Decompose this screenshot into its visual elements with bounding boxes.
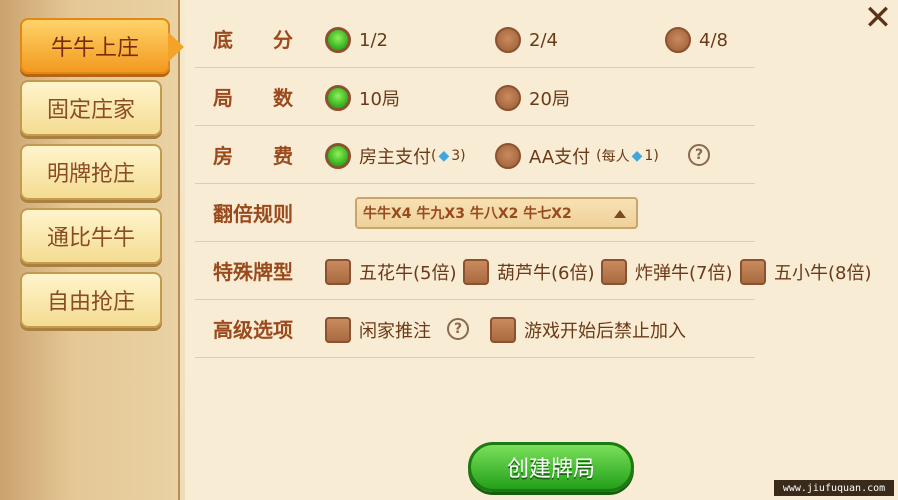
sidebar-item-label: 固定庄家	[46, 98, 135, 123]
room-fee-aa-pay[interactable]: AA支付 ( 每人 ◆ 1 )	[495, 143, 659, 169]
checkbox-icon	[740, 259, 766, 285]
rounds-option-20[interactable]: 20局	[495, 85, 570, 111]
advanced-push-bet-checkbox[interactable]: 闲家推注	[325, 317, 431, 343]
sidebar-item-label: 通比牛牛	[46, 226, 135, 251]
sidebar-item-open-card-grab[interactable]: 明牌抢庄	[20, 144, 162, 200]
special-wuxiao-checkbox[interactable]: 五小牛(8倍)	[740, 259, 872, 285]
row-rounds: 局数	[195, 70, 755, 126]
fee-count: 3	[451, 148, 461, 164]
radio-selected-icon	[325, 85, 351, 111]
base-score-option-1[interactable]: 1/2	[325, 27, 388, 53]
fee-paren-close: )	[460, 148, 466, 164]
option-label: 五花牛(5倍)	[359, 263, 457, 284]
sidebar-item-free-grab[interactable]: 自由抢庄	[20, 272, 162, 328]
sidebar: 牛牛上庄 固定庄家 明牌抢庄 通比牛牛 自由抢庄	[0, 0, 184, 500]
sidebar-item-label: 自由抢庄	[46, 290, 135, 315]
option-label: 10局	[359, 89, 400, 110]
base-score-option-2[interactable]: 2/4	[495, 27, 558, 53]
fee-count: 1	[644, 148, 654, 164]
option-label: 葫芦牛(6倍)	[497, 263, 595, 284]
room-fee-owner-pay[interactable]: 房主支付 ( ◆ 3 )	[325, 143, 466, 169]
row-room-fee: 房费	[195, 128, 755, 184]
fee-paren-open: (	[431, 148, 437, 164]
option-label: 2/4	[529, 29, 558, 51]
rounds-label: 局数	[213, 86, 333, 110]
radio-selected-icon	[325, 27, 351, 53]
option-label: 五小牛(8倍)	[774, 263, 872, 284]
multiplier-dropdown[interactable]: 牛牛X4 牛九X3 牛八X2 牛七X2	[355, 197, 638, 229]
option-label: 房主支付	[359, 147, 431, 168]
multiplier-label: 翻倍规则	[213, 202, 293, 226]
option-label: 炸弹牛(7倍)	[635, 263, 733, 284]
option-label: 游戏开始后禁止加入	[524, 321, 686, 342]
fee-paren-close: )	[653, 148, 659, 164]
create-game-button[interactable]: 创建牌局	[468, 442, 634, 492]
special-wuhua-checkbox[interactable]: 五花牛(5倍)	[325, 259, 457, 285]
sidebar-item-niuniu-shangzhuang[interactable]: 牛牛上庄	[20, 18, 184, 74]
help-icon[interactable]: ?	[447, 318, 469, 340]
radio-selected-icon	[325, 143, 351, 169]
checkbox-icon	[325, 259, 351, 285]
sidebar-item-label: 明牌抢庄	[46, 162, 135, 187]
help-icon[interactable]: ?	[688, 144, 710, 166]
gem-icon: ◆	[438, 148, 450, 164]
advanced-label: 高级选项	[213, 318, 293, 342]
caret-up-icon	[614, 210, 626, 218]
room-fee-label: 房费	[213, 144, 333, 168]
sidebar-item-label: 牛牛上庄	[50, 36, 139, 61]
create-game-label: 创建牌局	[506, 457, 595, 482]
option-label: AA支付	[529, 147, 591, 168]
fee-per-person: 每人	[601, 149, 630, 165]
radio-icon	[495, 85, 521, 111]
option-label: 1/2	[359, 29, 388, 51]
rounds-option-10[interactable]: 10局	[325, 85, 400, 111]
option-label: 闲家推注	[359, 321, 431, 342]
special-hulu-checkbox[interactable]: 葫芦牛(6倍)	[463, 259, 595, 285]
special-types-label: 特殊牌型	[213, 260, 293, 284]
gem-icon: ◆	[631, 148, 643, 164]
checkbox-icon	[463, 259, 489, 285]
radio-icon	[495, 143, 521, 169]
base-score-option-3[interactable]: 4/8	[665, 27, 728, 53]
checkbox-icon	[601, 259, 627, 285]
radio-icon	[495, 27, 521, 53]
advanced-no-join-checkbox[interactable]: 游戏开始后禁止加入	[490, 317, 686, 343]
watermark: www.jiufuquan.com	[774, 480, 894, 496]
radio-icon	[665, 27, 691, 53]
checkbox-icon	[490, 317, 516, 343]
checkbox-icon	[325, 317, 351, 343]
option-label: 4/8	[699, 29, 728, 51]
close-icon[interactable]: ✕	[860, 0, 896, 38]
base-score-label: 底分	[213, 28, 333, 52]
sidebar-item-fixed-banker[interactable]: 固定庄家	[20, 80, 162, 136]
multiplier-value: 牛牛X4 牛九X3 牛八X2 牛七X2	[363, 206, 572, 222]
special-zhadan-checkbox[interactable]: 炸弹牛(7倍)	[601, 259, 733, 285]
sidebar-item-tongbi[interactable]: 通比牛牛	[20, 208, 162, 264]
option-label: 20局	[529, 89, 570, 110]
